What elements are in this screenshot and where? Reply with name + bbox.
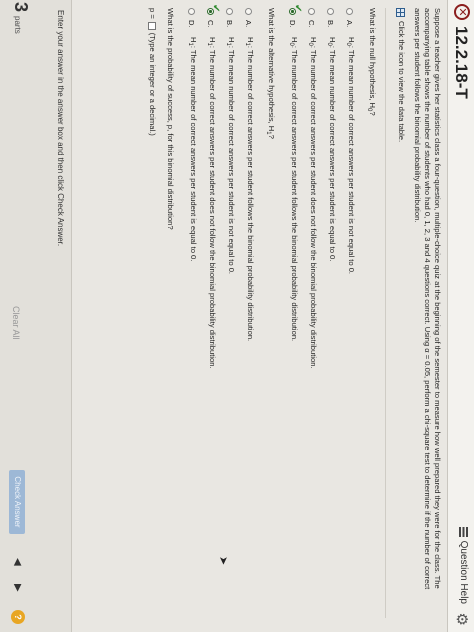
question-help-button[interactable]: Question Help [458,527,469,604]
option-label: H1: The mean number of correct answers p… [187,37,198,262]
prompt-end: ? [368,111,377,116]
option-label: H1: The number of correct answers per st… [206,37,217,369]
radio-button[interactable] [226,8,233,15]
parts-label: parts [13,16,22,34]
option-label: H0: The mean number of correct answers p… [345,37,356,275]
probability-answer-row: p = (Type an integer or a decimal.) [147,8,157,608]
option-letter: D. [187,20,197,28]
clear-all-button[interactable]: Clear All [9,300,23,346]
null-option-d[interactable]: ✔ D. H0: The number of correct answers p… [286,4,303,608]
p-answer-input[interactable] [148,21,156,30]
question-help-label: Question Help [458,540,469,604]
next-arrow-icon[interactable]: ▶ [12,584,23,592]
option-letter: A. [244,20,254,28]
p-hint: (Type an integer or a decimal.) [148,32,157,136]
option-letter: A. [345,20,355,28]
previous-arrow-icon[interactable]: ◀ [12,558,23,566]
option-letter: C. [206,20,216,28]
radio-button[interactable] [308,8,315,15]
alternative-hypothesis-prompt: What is the alternative hypothesis, H1? [263,8,276,608]
footer-instruction: Enter your answer in the answer box and … [56,10,65,247]
radio-button[interactable] [346,8,353,15]
prompt-end: ? [267,134,276,139]
question-content: Suppose a teacher gives her statistics c… [147,4,442,618]
option-letter: B. [225,20,235,28]
alt-option-c[interactable]: ✔ C. H1: The number of correct answers p… [204,4,221,608]
help-bubble-icon[interactable]: ? [11,610,25,624]
prompt-text: What is the alternative hypothesis, H [267,8,276,132]
probability-prompt: What is the probability of success, p, f… [166,8,175,230]
footer-bar: Enter your answer in the answer box and … [0,0,72,632]
data-table-link-text: Click the icon to view the data table. [397,21,406,143]
option-label: H1: The mean number of correct answers p… [225,37,236,275]
alt-option-d[interactable]: D. H1: The mean number of correct answer… [185,8,198,608]
correct-check-icon: ✔ [292,4,303,13]
incorrect-status-icon: ✕ [454,4,470,20]
check-answer-button[interactable]: Check Answer [9,470,25,534]
null-option-b[interactable]: B. H0: The mean number of correct answer… [324,8,337,608]
correct-check-icon: ✔ [210,4,221,13]
alt-option-b[interactable]: B. H1: The mean number of correct answer… [223,8,236,608]
null-option-c[interactable]: C. H0: The number of correct answers per… [305,8,318,608]
question-title: 12.2.18-T [452,26,471,99]
null-hypothesis-prompt: What is the null hypothesis, H0? [364,8,377,608]
mouse-cursor-icon: ➤ [217,556,229,566]
screen: ✕ 12.2.18-T Question Help ⚙ Suppose a te… [0,0,474,632]
list-icon [459,527,468,537]
data-table-link[interactable]: Click the icon to view the data table. [396,8,406,608]
option-label: H0: The number of correct answers per st… [288,37,299,342]
data-table-icon[interactable] [396,8,406,17]
option-label: H1: The number of correct answers per st… [244,37,255,342]
option-label: H0: The number of correct answers per st… [307,37,318,369]
question-header: ✕ 12.2.18-T Question Help ⚙ [447,0,474,632]
p-label: p = [148,8,157,19]
option-letter: D. [288,20,298,28]
radio-button[interactable] [188,8,195,15]
gear-icon[interactable]: ⚙ [453,613,471,626]
prompt-text: What is the null hypothesis, H [368,8,377,109]
radio-button[interactable] [327,8,334,15]
null-option-a[interactable]: A. H0: The mean number of correct answer… [343,8,356,608]
option-letter: C. [307,20,317,28]
radio-button[interactable] [245,8,252,15]
parts-count: 3 [11,2,31,13]
divider [385,8,386,618]
option-label: H0: The mean number of correct answers p… [326,37,337,262]
option-letter: B. [326,20,336,28]
problem-statement: Suppose a teacher gives her statistics c… [413,8,442,590]
alt-option-a[interactable]: A. H1: The number of correct answers per… [242,8,255,608]
